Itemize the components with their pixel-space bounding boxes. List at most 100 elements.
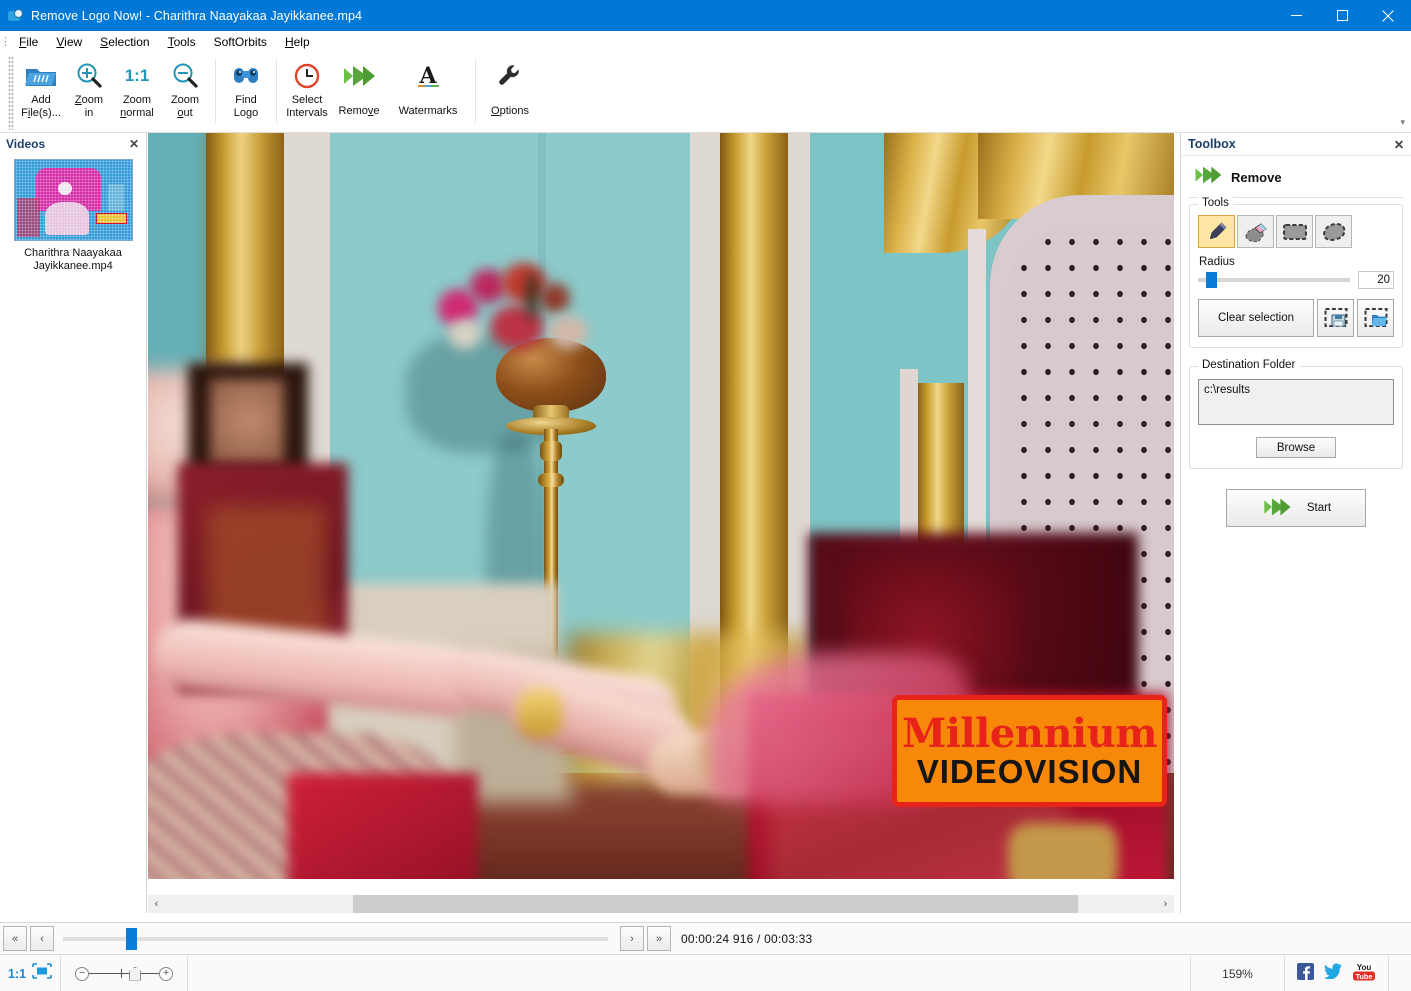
window-controls <box>1273 0 1411 31</box>
playback-slider-track <box>63 937 608 941</box>
toolbar-button-watermarks[interactable]: A Watermarks <box>387 53 469 129</box>
selection-actions-row: Clear selection <box>1198 299 1394 337</box>
start-button-label: Start <box>1306 502 1332 514</box>
tools-group: Tools Radius 20 Clear selection <box>1189 197 1403 348</box>
toolbar-label2: out <box>177 107 193 119</box>
svg-text:Tube: Tube <box>1355 972 1372 981</box>
binoculars-icon <box>230 59 262 93</box>
toolbar-label: Zoom <box>74 94 104 106</box>
toolbar-separator <box>276 59 277 123</box>
tool-button-eraser[interactable] <box>1237 215 1274 248</box>
canvas-horizontal-scrollbar[interactable]: ‹ › <box>148 895 1174 913</box>
menu-grip-icon: ⋮ <box>0 35 11 48</box>
menu-item-help[interactable]: Help <box>276 32 319 52</box>
playback-slider[interactable] <box>63 926 608 951</box>
close-button[interactable] <box>1365 0 1411 31</box>
green-arrow-icon <box>1261 496 1293 521</box>
video-thumbnail[interactable] <box>13 159 133 241</box>
toolbar-label2: Logo <box>233 107 259 119</box>
forward-button[interactable]: › <box>620 926 644 951</box>
toolbar-button-zoom-normal[interactable]: 1:1 Zoom normal <box>113 53 161 129</box>
scrollbar-track[interactable] <box>165 895 1157 913</box>
toolbox-header: Toolbox ✕ <box>1181 133 1411 156</box>
menu-item-softorbits[interactable]: SoftOrbits <box>205 32 276 52</box>
clock-icon <box>293 59 321 93</box>
save-selection-button[interactable] <box>1317 299 1354 337</box>
tool-button-rectangle-select[interactable] <box>1276 215 1313 248</box>
radius-slider[interactable] <box>1198 272 1350 288</box>
radius-value[interactable]: 20 <box>1358 271 1394 289</box>
scrollbar-thumb[interactable] <box>353 895 1078 913</box>
load-selection-button[interactable] <box>1357 299 1394 337</box>
zoom-in-button[interactable]: + <box>159 966 174 981</box>
toolbar-label2: Intervals <box>286 107 328 119</box>
zoom-in-icon <box>74 59 104 93</box>
toolbar-button-select-intervals[interactable]: Select Intervals <box>283 53 331 129</box>
wrench-icon <box>496 59 524 93</box>
menu-item-selection[interactable]: Selection <box>91 32 158 52</box>
zoom-slider-handle[interactable] <box>129 966 142 981</box>
fit-to-screen-icon[interactable] <box>32 963 52 984</box>
eraser-icon <box>1244 222 1267 242</box>
zoom-1to1-button[interactable]: 1:1 <box>8 967 26 981</box>
playback-bar: « ‹ › » 00:00:24 916 / 00:03:33 <box>0 922 1411 955</box>
menu-item-view[interactable]: View <box>47 32 91 52</box>
tools-group-legend: Tools <box>1198 197 1233 209</box>
tool-buttons-row <box>1198 215 1394 248</box>
rewind-all-button[interactable]: « <box>3 926 27 951</box>
zoom-mode-cell: 1:1 <box>0 956 62 991</box>
watermark-line1: Millennium <box>901 710 1158 757</box>
playback-slider-handle[interactable] <box>125 928 137 950</box>
toolbox-mode-row: Remove <box>1181 156 1411 197</box>
twitter-icon[interactable] <box>1324 963 1342 984</box>
menu-item-tools[interactable]: Tools <box>159 32 205 52</box>
maximize-icon <box>1336 10 1348 21</box>
toolbar-button-remove[interactable]: Remove <box>331 53 387 129</box>
toolbar-label: Select <box>291 94 323 106</box>
toolbar-separator <box>215 59 216 123</box>
video-list-item[interactable]: Charithra Naayakaa Jayikkanee.mp4 <box>13 159 133 273</box>
youtube-icon[interactable]: You Tube <box>1352 961 1376 986</box>
maximize-button[interactable] <box>1319 0 1365 31</box>
video-preview[interactable]: Millennium VIDEOVISION <box>148 133 1174 879</box>
green-arrow-icon <box>1193 164 1223 191</box>
toolbar-button-options[interactable]: Options <box>482 53 538 129</box>
toolbox-close-icon[interactable]: ✕ <box>1391 136 1407 152</box>
status-bar: 1:1 − + 159% You Tube <box>0 956 1411 991</box>
zoom-slider[interactable]: − + <box>75 966 174 982</box>
toolbox-panel: Toolbox ✕ Remove Tools Radius 20 Clear s… <box>1180 133 1411 913</box>
videos-panel-close-icon[interactable]: ✕ <box>126 136 142 152</box>
menu-item-file[interactable]: FFileile <box>10 32 47 52</box>
scroll-right-icon[interactable]: › <box>1157 895 1174 913</box>
toolbar-separator <box>475 59 476 123</box>
radius-label: Radius <box>1199 256 1235 268</box>
destination-path-field[interactable]: c:\results <box>1198 379 1394 425</box>
toolbar-button-find-logo[interactable]: Find Logo <box>222 53 270 129</box>
scroll-left-icon[interactable]: ‹ <box>148 895 165 913</box>
destination-folder-legend: Destination Folder <box>1198 359 1300 371</box>
close-icon <box>1382 9 1394 22</box>
radius-slider-handle[interactable] <box>1205 272 1217 288</box>
facebook-icon[interactable] <box>1297 962 1314 985</box>
menu-bar: ⋮ FFileile View Selection Tools SoftOrbi… <box>0 31 1411 53</box>
radius-slider-track <box>1198 278 1350 282</box>
toolbox-mode-label: Remove <box>1231 170 1282 185</box>
letter-a-icon: A <box>413 59 443 93</box>
browse-button[interactable]: Browse <box>1256 437 1336 458</box>
minimize-button[interactable] <box>1273 0 1319 31</box>
zoom-out-button[interactable]: − <box>75 966 90 981</box>
toolbar-button-add-files[interactable]: Add File(s)... <box>17 53 65 129</box>
radius-row: 20 <box>1198 271 1394 289</box>
start-button[interactable]: Start <box>1226 489 1366 527</box>
videos-panel-header: Videos ✕ <box>0 133 146 155</box>
zoom-slider-track <box>89 972 160 974</box>
clear-selection-button[interactable]: Clear selection <box>1198 299 1314 337</box>
tool-button-marker[interactable] <box>1198 215 1235 248</box>
tool-button-lasso-select[interactable] <box>1315 215 1352 248</box>
toolbar-button-zoom-out[interactable]: Zoom out <box>161 53 209 129</box>
forward-all-button[interactable]: » <box>647 926 671 951</box>
toolbar-button-zoom-in[interactable]: Zoom in <box>65 53 113 129</box>
app-logo-icon <box>8 8 24 24</box>
rewind-button[interactable]: ‹ <box>30 926 54 951</box>
toolbar-expand-icon[interactable]: ▾ <box>1400 117 1405 128</box>
